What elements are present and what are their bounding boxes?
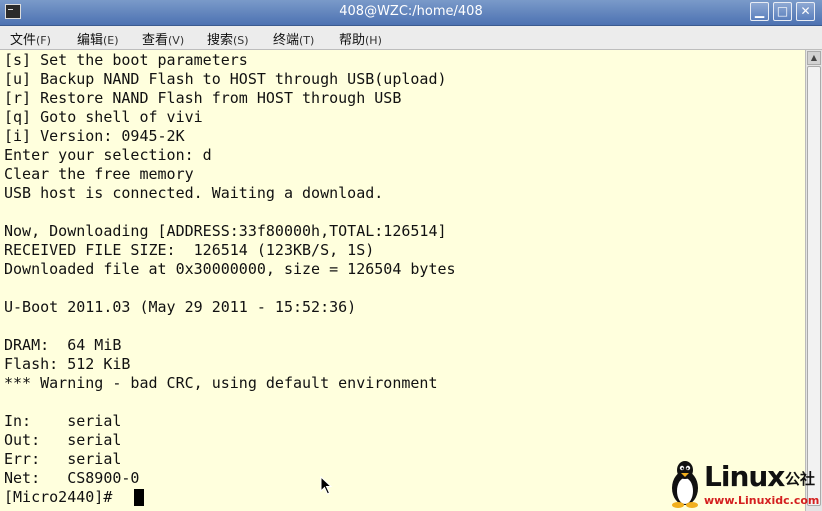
terminal-line: Enter your selection: d [4, 146, 212, 164]
terminal-line: USB host is connected. Waiting a downloa… [4, 184, 384, 202]
minimize-icon: ▁ [754, 4, 765, 18]
menu-help[interactable]: 帮助(H) [339, 29, 382, 48]
title-bar[interactable]: 408@WZC:/home/408 ▁ □ ✕ [0, 0, 822, 26]
terminal-line: Now, Downloading [ADDRESS:33f80000h,TOTA… [4, 222, 447, 240]
menu-edit-label: 编辑 [77, 33, 104, 48]
terminal-line: Err: serial [4, 450, 122, 468]
menu-file-label: 文件 [10, 33, 37, 48]
window-title: 408@WZC:/home/408 [339, 4, 483, 19]
terminal-line: In: serial [4, 412, 122, 430]
terminal-line: [i] Version: 0945-2K [4, 127, 185, 145]
terminal-line: [q] Goto shell of vivi [4, 108, 203, 126]
terminal-line: Net: CS8900-0 [4, 469, 140, 487]
terminal-line: [r] Restore NAND Flash from HOST through… [4, 89, 402, 107]
tux-penguin-icon [672, 461, 698, 508]
logo-cn-text: 公社 [785, 470, 816, 488]
terminal-line: Clear the free memory [4, 165, 194, 183]
menu-file-accel: (F) [36, 34, 51, 47]
menu-view-accel: (V) [168, 34, 185, 47]
text-cursor [134, 489, 144, 506]
logo-word: Linux [704, 460, 785, 493]
menu-search-accel: (S) [233, 34, 249, 47]
vertical-scrollbar[interactable]: ▲ [805, 50, 822, 511]
scroll-thumb[interactable] [807, 66, 821, 506]
menu-edit-accel: (E) [103, 34, 119, 47]
close-button[interactable]: ✕ [796, 2, 815, 21]
menu-edit[interactable]: 编辑(E) [77, 29, 119, 48]
linux-watermark-logo: Linux 公社 www.Linuxidc.com [668, 458, 820, 510]
terminal-line: [u] Backup NAND Flash to HOST through US… [4, 70, 447, 88]
menu-help-accel: (H) [365, 34, 382, 47]
terminal-output[interactable]: [s] Set the boot parameters [u] Backup N… [0, 50, 805, 511]
menu-view[interactable]: 查看(V) [142, 29, 184, 48]
menu-terminal[interactable]: 终端(T) [273, 29, 314, 48]
menu-file[interactable]: 文件(F) [10, 29, 51, 48]
terminal-prompt-line: [Micro2440]# [4, 488, 122, 506]
maximize-button[interactable]: □ [773, 2, 792, 21]
mouse-pointer-icon [320, 476, 333, 495]
maximize-icon: □ [776, 4, 789, 18]
menu-view-label: 查看 [142, 33, 169, 48]
menu-search-label: 搜索 [207, 33, 234, 48]
menu-terminal-label: 终端 [273, 33, 300, 48]
menu-bar: 文件(F) 编辑(E) 查看(V) 搜索(S) 终端(T) 帮助(H) [0, 26, 822, 50]
terminal-line: DRAM: 64 MiB [4, 336, 122, 354]
logo-url: www.Linuxidc.com [704, 494, 820, 507]
scroll-up-button[interactable]: ▲ [807, 51, 821, 65]
menu-help-label: 帮助 [339, 33, 366, 48]
menu-search[interactable]: 搜索(S) [207, 29, 249, 48]
arrow-up-icon: ▲ [810, 53, 818, 62]
terminal-line: Downloaded file at 0x30000000, size = 12… [4, 260, 456, 278]
terminal-line: RECEIVED FILE SIZE: 126514 (123KB/S, 1S) [4, 241, 375, 259]
terminal-line: *** Warning - bad CRC, using default env… [4, 374, 438, 392]
menu-terminal-accel: (T) [299, 34, 315, 47]
terminal-line: Out: serial [4, 431, 122, 449]
terminal-line: [s] Set the boot parameters [4, 51, 248, 69]
close-icon: ✕ [800, 4, 811, 18]
terminal-line: U-Boot 2011.03 (May 29 2011 - 15:52:36) [4, 298, 357, 316]
minimize-button[interactable]: ▁ [750, 2, 769, 21]
terminal-line: Flash: 512 KiB [4, 355, 131, 373]
